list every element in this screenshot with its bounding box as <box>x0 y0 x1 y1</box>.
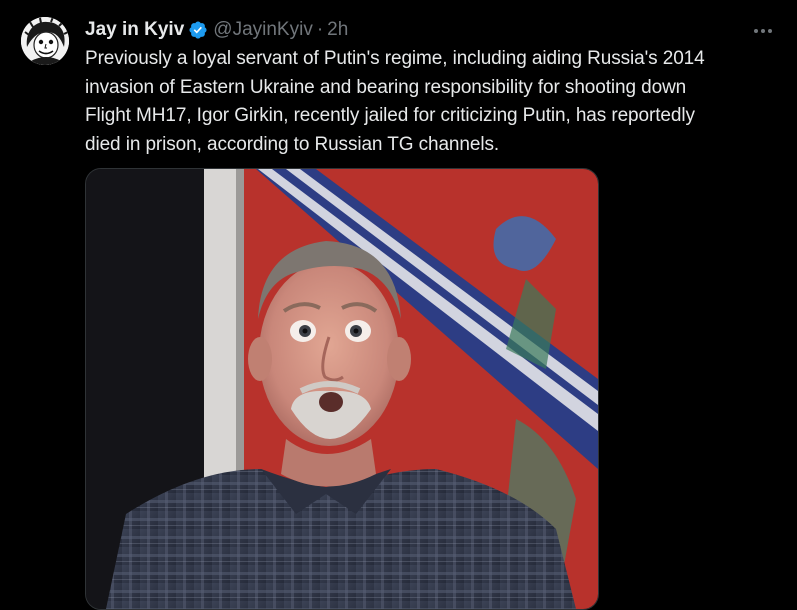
author-display-name[interactable]: Jay in Kyiv <box>85 18 184 42</box>
tweet-timestamp[interactable]: 2h <box>327 18 348 42</box>
header-separator: · <box>316 19 324 40</box>
author-handle[interactable]: @JayinKyiv <box>213 18 313 42</box>
more-options-icon[interactable] <box>748 16 778 46</box>
author-avatar[interactable] <box>21 17 69 65</box>
verified-badge-icon <box>188 20 208 40</box>
tweet[interactable]: Jay in Kyiv @JayinKyiv · 2h Previously a… <box>0 0 797 610</box>
tweet-media-image[interactable] <box>85 168 599 610</box>
tweet-header: Jay in Kyiv @JayinKyiv · 2h <box>85 18 348 42</box>
tweet-text: Previously a loyal servant of Putin's re… <box>85 48 705 155</box>
